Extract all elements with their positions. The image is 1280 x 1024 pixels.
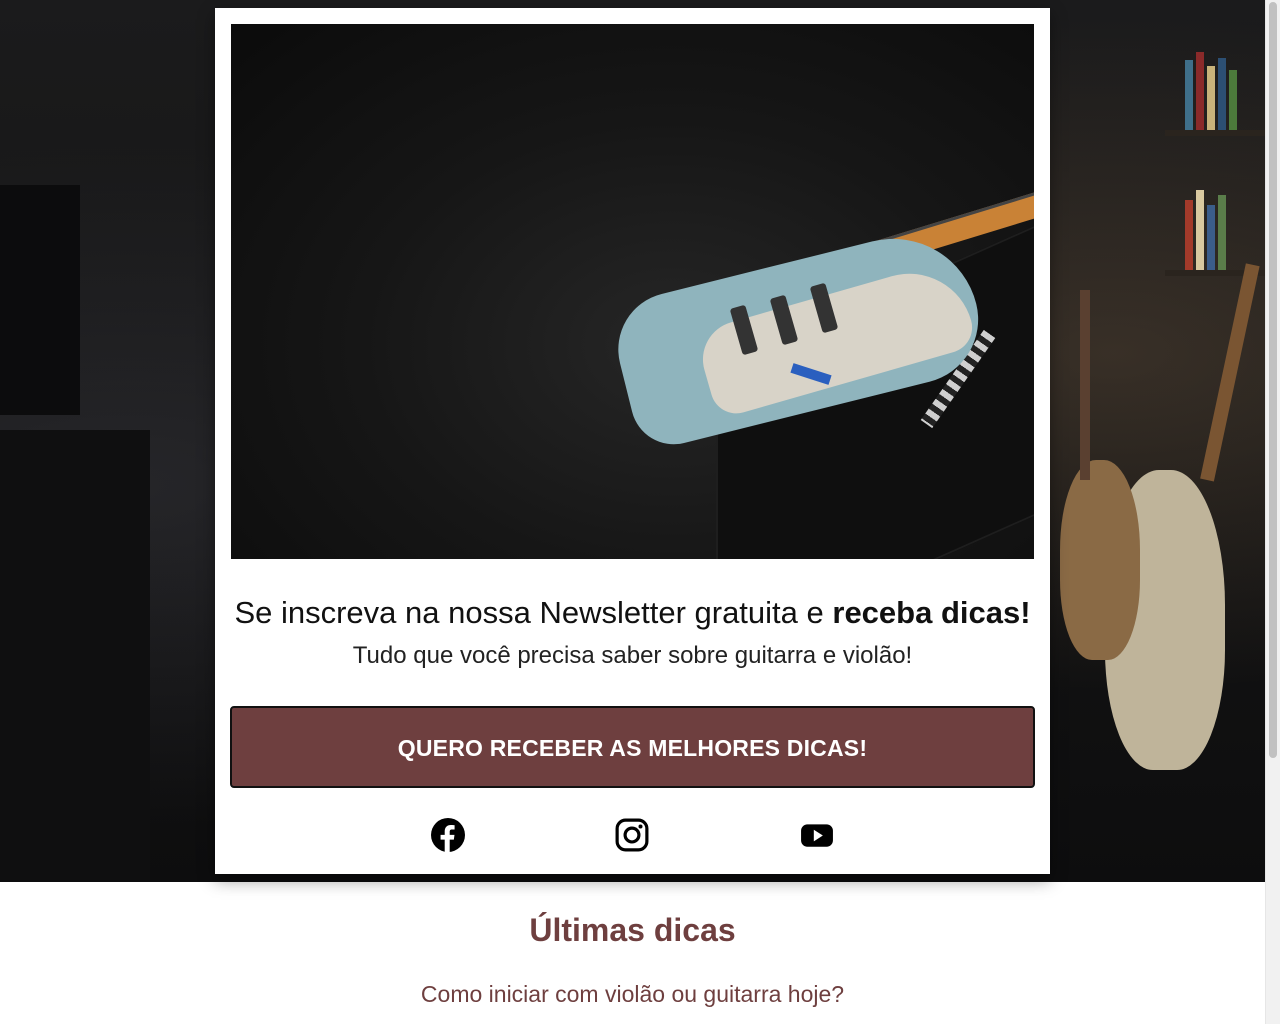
- instagram-icon: [615, 818, 649, 852]
- latest-tips-title: Últimas dicas: [529, 912, 736, 948]
- headline-regular-text: Se inscreva na nossa Newsletter gratuita…: [234, 595, 833, 630]
- youtube-link[interactable]: [800, 818, 834, 852]
- headline-bold-text: receba dicas!: [832, 595, 1031, 630]
- youtube-icon: [801, 824, 833, 847]
- social-links: [215, 818, 1050, 858]
- subscribe-cta-button[interactable]: QUERO RECEBER AS MELHORES DICAS!: [230, 706, 1035, 788]
- facebook-icon: [431, 818, 465, 852]
- facebook-link[interactable]: [431, 818, 465, 852]
- newsletter-headline: Se inscreva na nossa Newsletter gratuita…: [231, 593, 1034, 633]
- scrollbar-thumb[interactable]: [1269, 2, 1277, 758]
- instagram-link[interactable]: [615, 818, 649, 852]
- page-scrollbar[interactable]: [1265, 0, 1280, 1024]
- post-link[interactable]: Como iniciar com violão ou guitarra hoje…: [0, 976, 1265, 1012]
- newsletter-card: Se inscreva na nossa Newsletter gratuita…: [215, 8, 1050, 874]
- guitar-photo: [231, 24, 1034, 559]
- newsletter-subheadline: Tudo que você precisa saber sobre guitar…: [352, 642, 913, 669]
